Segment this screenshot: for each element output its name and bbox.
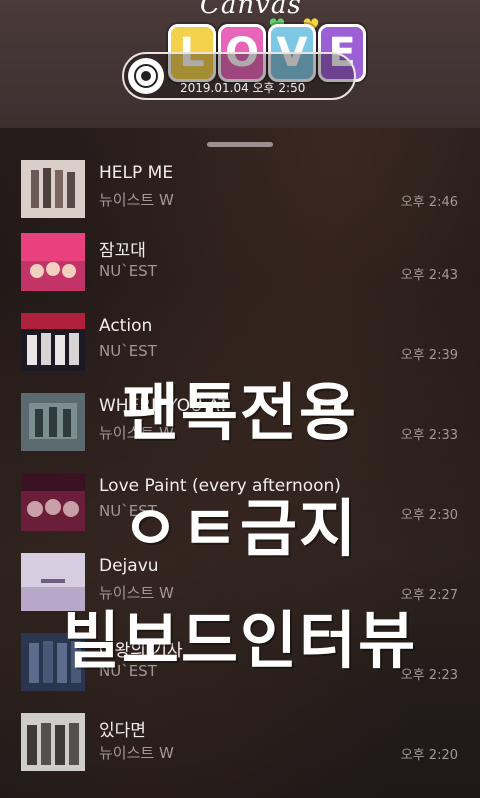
played-time: 오후 2:23 [400, 668, 458, 683]
song-artist: 뉴이스트 W [99, 191, 174, 209]
song-artist: NU`EST [99, 502, 157, 520]
song-row[interactable]: Love Paint (every afternoon) NU`EST 오후 2… [0, 473, 480, 553]
played-time: 오후 2:20 [400, 748, 458, 763]
played-time: 오후 2:33 [400, 428, 458, 443]
album-art [21, 633, 85, 691]
song-title: Love Paint (every afternoon) [99, 476, 341, 496]
song-title: Action [99, 316, 153, 336]
drag-handle[interactable] [207, 142, 273, 147]
played-time: 오후 2:43 [400, 268, 458, 283]
song-row[interactable]: 있다면 뉴이스트 W 오후 2:20 [0, 713, 480, 793]
song-title: WHERE YOU AT [99, 396, 229, 416]
song-title: 여왕의 기사 [99, 641, 183, 661]
played-time: 오후 2:30 [400, 508, 458, 523]
album-art [21, 233, 85, 291]
song-row[interactable]: 잠꼬대 NU`EST 오후 2:43 [0, 233, 480, 313]
played-time: 오후 2:39 [400, 348, 458, 363]
song-artist: NU`EST [99, 662, 157, 680]
now-playing-pill[interactable]: 2019.01.04 오후 2:50 [122, 52, 356, 100]
played-date: 2019.01.04 오후 2:50 [180, 81, 306, 95]
song-artist: NU`EST [99, 342, 157, 360]
album-art [21, 553, 85, 611]
song-title: Dejavu [99, 556, 159, 576]
album-art [21, 393, 85, 451]
song-row[interactable]: 여왕의 기사 NU`EST 오후 2:23 [0, 633, 480, 713]
album-art [21, 713, 85, 771]
song-row[interactable]: Dejavu 뉴이스트 W 오후 2:27 [0, 553, 480, 633]
song-artist: 뉴이스트 W [99, 584, 174, 602]
song-row[interactable]: HELP ME 뉴이스트 W 오후 2:46 [0, 160, 480, 240]
played-time: 오후 2:46 [400, 195, 458, 210]
album-art [21, 473, 85, 531]
song-artist: 뉴이스트 W [99, 744, 174, 762]
played-time: 오후 2:27 [400, 588, 458, 603]
song-artist: NU`EST [99, 262, 157, 280]
now-playing-header: Canvas ♥ ♥ L O V E 2019.01.04 오후 2:50 [0, 0, 480, 128]
logo-canvas-text: Canvas [200, 0, 302, 20]
album-art [21, 313, 85, 371]
album-art [21, 160, 85, 218]
song-row[interactable]: WHERE YOU AT 뉴이스트 W 오후 2:33 [0, 393, 480, 473]
disc-icon [128, 58, 164, 94]
song-row[interactable]: Action NU`EST 오후 2:39 [0, 313, 480, 393]
song-title: 잠꼬대 [99, 241, 146, 261]
song-title: 있다면 [99, 721, 146, 741]
song-title: HELP ME [99, 163, 174, 183]
song-artist: 뉴이스트 W [99, 424, 174, 442]
